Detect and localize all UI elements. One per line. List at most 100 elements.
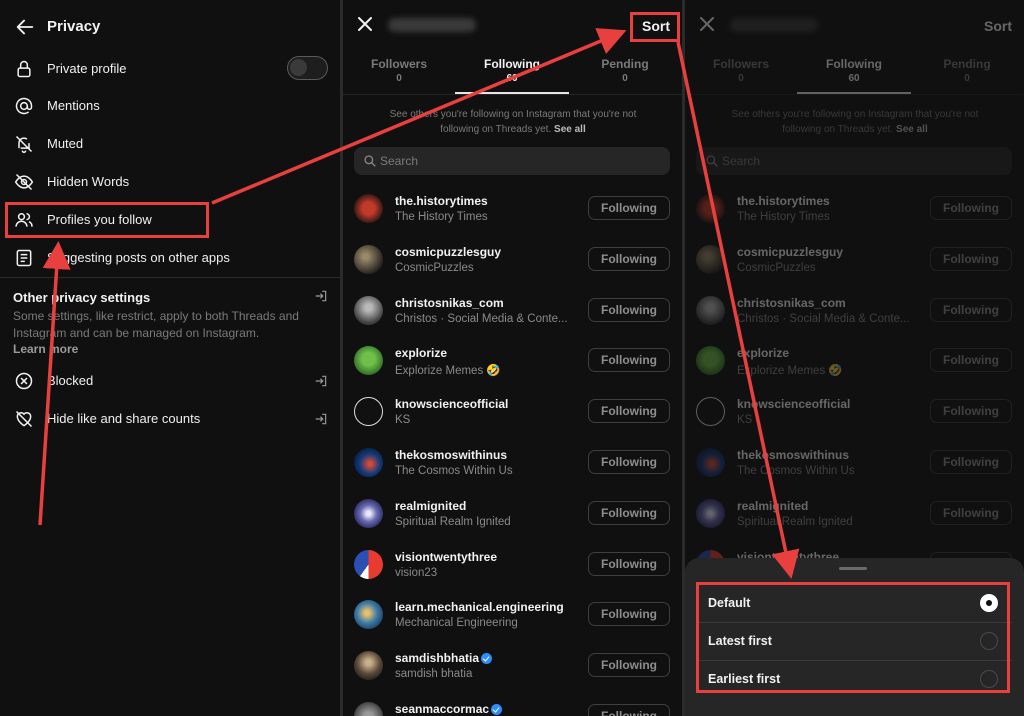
- list-item[interactable]: learn.mechanical.engineering Mechanical E…: [343, 596, 682, 647]
- close-icon[interactable]: [358, 17, 372, 31]
- row-mentions[interactable]: Mentions: [0, 87, 340, 125]
- following-button[interactable]: Following: [588, 653, 670, 678]
- see-all-link[interactable]: See all: [554, 124, 586, 135]
- document-icon: [16, 249, 32, 267]
- avatar[interactable]: [354, 397, 383, 427]
- see-all-link[interactable]: See all: [896, 124, 928, 135]
- list-item[interactable]: knowscienceofficial KS Following: [685, 393, 1024, 444]
- search-input[interactable]: Search: [696, 147, 1012, 175]
- list-item[interactable]: christosnikas_com Christos · Social Media…: [343, 292, 682, 343]
- list-item[interactable]: explorize Explorize Memes 🤣 Following: [343, 342, 682, 393]
- avatar[interactable]: [354, 498, 383, 528]
- list-item[interactable]: realmignited Spiritual Realm Ignited Follo…: [343, 495, 682, 546]
- avatar[interactable]: [354, 346, 383, 376]
- list-item[interactable]: thekosmoswithinus The Cosmos Within Us Fol…: [685, 444, 1024, 495]
- tab-followers[interactable]: Followers 0: [354, 57, 444, 84]
- radio-button[interactable]: [980, 632, 998, 650]
- following-button[interactable]: Following: [930, 196, 1012, 220]
- external-link-icon[interactable]: [314, 412, 328, 426]
- info-text: See others you're following on Instagram…: [715, 107, 995, 137]
- list-item[interactable]: visiontwentythree vision23 Following: [343, 546, 682, 597]
- avatar[interactable]: [354, 194, 383, 223]
- row-blocked[interactable]: Blocked: [0, 362, 340, 400]
- avatar[interactable]: [354, 702, 383, 716]
- radio-button[interactable]: [980, 670, 998, 688]
- avatar[interactable]: [696, 498, 725, 528]
- following-button[interactable]: Following: [930, 297, 1012, 322]
- row-hidden-words[interactable]: Hidden Words: [0, 163, 340, 201]
- row-hide-like-counts[interactable]: Hide like and share counts: [0, 400, 340, 438]
- username: samdishbhatia: [395, 651, 480, 666]
- following-button[interactable]: Following: [930, 500, 1012, 525]
- display-name: Explorize Memes 🤣: [395, 365, 501, 378]
- tab-pending[interactable]: Pending 0: [580, 57, 670, 84]
- tab-following[interactable]: Following 60: [467, 57, 557, 84]
- display-name: Christos · Social Media & Conte...: [737, 312, 910, 325]
- back-arrow-icon[interactable]: [14, 16, 36, 38]
- following-button[interactable]: Following: [588, 297, 670, 322]
- list-item[interactable]: knowscienceofficial KS Following: [343, 393, 682, 444]
- avatar[interactable]: [696, 295, 725, 325]
- following-button[interactable]: Following: [930, 246, 1012, 271]
- avatar[interactable]: [354, 651, 383, 681]
- sheet-drag-handle[interactable]: [839, 567, 867, 570]
- list-item[interactable]: christosnikas_com Christos · Social Media…: [685, 292, 1024, 343]
- following-button[interactable]: Following: [588, 551, 670, 576]
- display-name: KS: [737, 414, 753, 427]
- username: knowscienceofficial: [395, 397, 509, 412]
- info-message: See others you're following on Instagram…: [731, 109, 979, 135]
- following-button[interactable]: Following: [588, 196, 670, 220]
- avatar[interactable]: [696, 346, 725, 376]
- sort-button[interactable]: Sort: [642, 18, 670, 34]
- sort-option-earliest-first[interactable]: Earliest first: [696, 660, 1012, 698]
- list-item[interactable]: cosmicpuzzlesguy CosmicPuzzles Following: [685, 241, 1024, 292]
- following-button[interactable]: Following: [930, 399, 1012, 424]
- username: explorize: [737, 346, 790, 361]
- sort-button[interactable]: Sort: [984, 18, 1012, 34]
- row-muted[interactable]: Muted: [0, 125, 340, 163]
- learn-more-link[interactable]: Learn more: [13, 342, 78, 356]
- close-icon[interactable]: [700, 17, 714, 31]
- avatar[interactable]: [354, 600, 383, 630]
- list-item[interactable]: realmignited Spiritual Realm Ignited Follo…: [685, 495, 1024, 546]
- tab-following[interactable]: Following 60: [809, 57, 899, 84]
- list-item[interactable]: the.historytimes The History Times Followi…: [343, 190, 682, 241]
- list-item[interactable]: the.historytimes The History Times Followi…: [685, 190, 1024, 241]
- avatar[interactable]: [696, 397, 725, 427]
- following-button[interactable]: Following: [588, 704, 670, 716]
- avatar[interactable]: [696, 194, 725, 223]
- display-name: CosmicPuzzles: [737, 261, 816, 274]
- row-suggesting-posts[interactable]: Suggesting posts on other apps: [0, 239, 340, 277]
- display-name: CosmicPuzzles: [395, 261, 474, 274]
- avatar[interactable]: [696, 448, 725, 477]
- search-input[interactable]: Search: [354, 147, 670, 175]
- avatar[interactable]: [354, 549, 383, 579]
- info-text: See others you're following on Instagram…: [373, 107, 653, 137]
- tab-pending[interactable]: Pending 0: [922, 57, 1012, 84]
- following-button[interactable]: Following: [588, 246, 670, 271]
- following-button[interactable]: Following: [588, 602, 670, 627]
- following-button[interactable]: Following: [588, 348, 670, 373]
- following-button[interactable]: Following: [588, 399, 670, 424]
- following-button[interactable]: Following: [588, 500, 670, 525]
- sort-option-default[interactable]: Default: [696, 584, 1012, 622]
- list-item[interactable]: seanmaccormac Following: [343, 698, 682, 716]
- sort-option-latest-first[interactable]: Latest first: [696, 622, 1012, 660]
- external-link-icon[interactable]: [314, 289, 328, 303]
- avatar[interactable]: [354, 448, 383, 477]
- row-profiles-you-follow[interactable]: Profiles you follow: [0, 201, 340, 239]
- list-item[interactable]: cosmicpuzzlesguy CosmicPuzzles Following: [343, 241, 682, 292]
- external-link-icon[interactable]: [314, 374, 328, 388]
- following-button[interactable]: Following: [588, 450, 670, 474]
- list-item[interactable]: samdishbhatia samdish bhatia Following: [343, 647, 682, 698]
- list-item[interactable]: thekosmoswithinus The Cosmos Within Us Fol…: [343, 444, 682, 495]
- avatar[interactable]: [354, 295, 383, 325]
- radio-button[interactable]: [980, 594, 998, 612]
- following-button[interactable]: Following: [930, 348, 1012, 373]
- private-profile-toggle[interactable]: [287, 56, 328, 80]
- following-button[interactable]: Following: [930, 450, 1012, 474]
- list-item[interactable]: explorize Explorize Memes 🤣 Following: [685, 342, 1024, 393]
- avatar[interactable]: [354, 244, 383, 274]
- avatar[interactable]: [696, 244, 725, 274]
- tab-followers[interactable]: Followers 0: [696, 57, 786, 84]
